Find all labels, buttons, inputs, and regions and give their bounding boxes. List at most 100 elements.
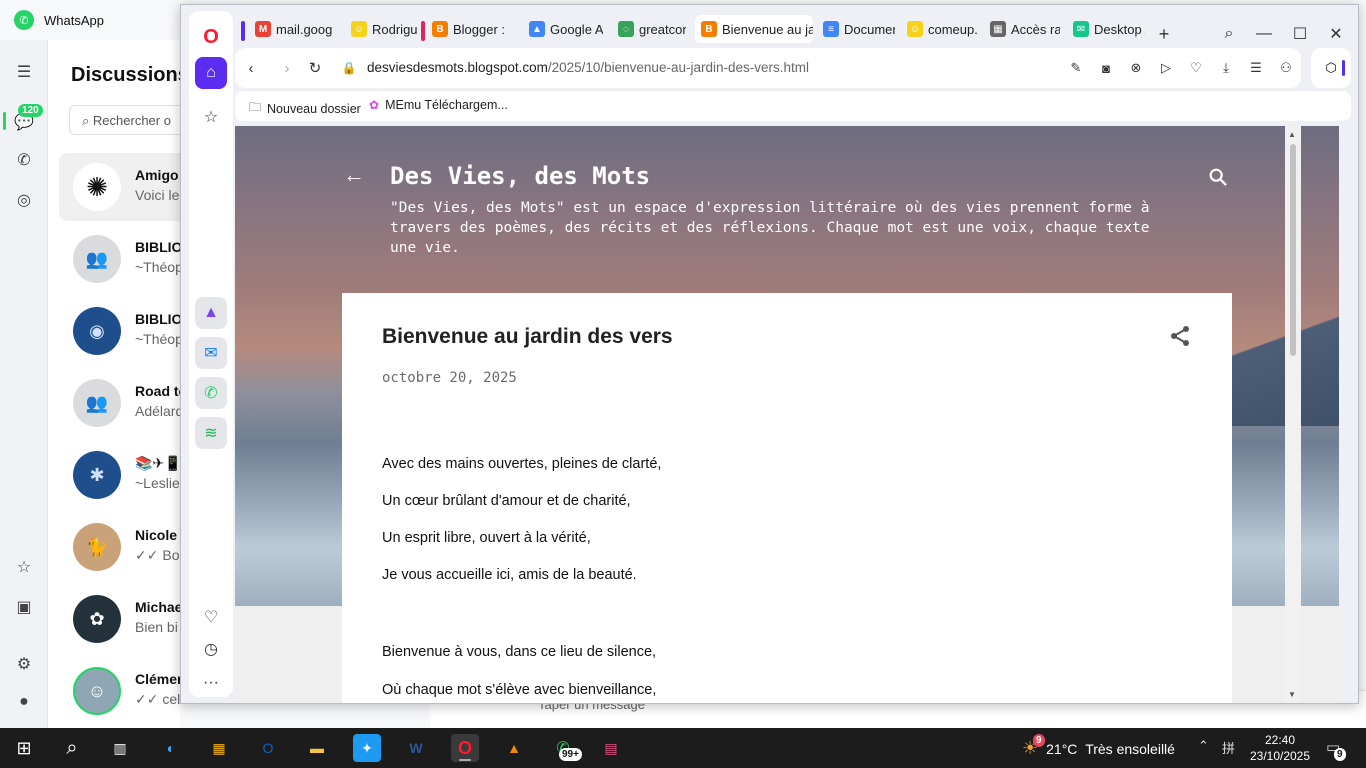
forward-button[interactable]: ›: [277, 58, 297, 78]
starred-icon[interactable]: ☆: [12, 555, 36, 579]
maximize-button[interactable]: ☐: [1285, 21, 1315, 47]
tab-search-icon[interactable]: ⌕: [1214, 21, 1244, 47]
chat-list-item[interactable]: ✿ Michae Bien bi: [59, 585, 180, 653]
send-flow-icon[interactable]: ▷: [1157, 59, 1175, 77]
bookmark-label: MEmu Téléchargem...: [385, 98, 508, 112]
greatcontent-icon: ◌: [618, 21, 634, 37]
archive-icon[interactable]: ▣: [12, 595, 36, 619]
edge-icon[interactable]: ◐: [157, 734, 185, 762]
taskbar-search-icon[interactable]: ⌕: [58, 734, 86, 762]
page-viewport: ← Des Vies, des Mots "Des Vies, des Mots…: [235, 126, 1339, 703]
task-view-icon[interactable]: ▥: [106, 734, 134, 762]
easy-setup-icon[interactable]: ☰: [1247, 59, 1265, 77]
chat-preview: ~Leslie: [135, 475, 180, 491]
more-options-icon[interactable]: ···: [195, 667, 227, 699]
weather-widget[interactable]: ☀ 9 21°C Très ensoleillé: [1022, 734, 1175, 759]
scroll-down-arrow-icon[interactable]: ▼: [1288, 690, 1296, 699]
extensions-button[interactable]: ⬡: [1311, 48, 1351, 88]
tab-label: Bienvenue au jardi: [722, 21, 813, 37]
chat-preview: ✓✓ Bon: [135, 547, 180, 563]
menu-icon[interactable]: ☰: [12, 60, 36, 84]
opera-menu-icon[interactable]: O: [195, 21, 227, 53]
clock-date: 23/10/2025: [1249, 749, 1311, 763]
browser-tab[interactable]: Mmail.goog: [249, 15, 335, 43]
chat-list-item[interactable]: 👥 Road to Adélard: [59, 369, 180, 437]
browser-tab[interactable]: ◌ greatcont: [612, 15, 686, 43]
books-app-icon[interactable]: ▤: [597, 734, 625, 762]
chat-list-item[interactable]: 👥 BIBLIOT ~Théop: [59, 225, 180, 293]
bookmark-memu[interactable]: ✿ MEmu Téléchargem...: [369, 98, 508, 112]
spotify-icon[interactable]: ≋: [195, 417, 227, 449]
edit-page-icon[interactable]: ✎: [1067, 59, 1085, 77]
browser-tab[interactable]: B Bienvenue au jardi: [695, 15, 813, 43]
back-arrow-icon[interactable]: ←: [343, 162, 365, 188]
chat-preview: ~Théop: [135, 259, 180, 275]
settings-gear-icon[interactable]: ⚙: [12, 652, 36, 676]
active-app-underline: [459, 759, 471, 761]
blog-title[interactable]: Des Vies, des Mots: [390, 162, 650, 190]
chat-list-item[interactable]: ✺ Amigo Voici le: [59, 153, 180, 221]
minimize-button[interactable]: —: [1249, 21, 1279, 47]
reload-button[interactable]: ↻: [305, 58, 325, 78]
opera-taskbar-icon[interactable]: O: [451, 734, 479, 762]
post-date[interactable]: octobre 20, 2025: [382, 370, 517, 386]
profile-avatar-icon[interactable]: ●: [12, 690, 36, 714]
share-icon[interactable]: [1168, 324, 1192, 348]
url-field[interactable]: desviesdesmots.blogspot.com/2025/10/bien…: [367, 60, 809, 75]
file-explorer-icon[interactable]: ▬: [303, 734, 331, 762]
downloads-icon[interactable]: ⤓: [1217, 59, 1235, 77]
night-landscape-image: ✿: [73, 595, 121, 643]
group-icon: 👥: [73, 379, 121, 427]
snapshot-camera-icon[interactable]: ◙: [1097, 59, 1115, 77]
twitter-icon[interactable]: ✦: [353, 734, 381, 762]
new-tab-button[interactable]: +: [1149, 21, 1179, 47]
input-language-icon[interactable]: 拼: [1222, 738, 1235, 757]
system-clock[interactable]: 22:40 23/10/2025: [1246, 732, 1314, 764]
outlook-icon[interactable]: O: [254, 734, 282, 762]
browser-tab[interactable]: ▲ Google Ac: [523, 15, 603, 43]
secure-lock-icon[interactable]: 🔒: [339, 58, 359, 78]
back-button[interactable]: ‹: [241, 58, 261, 78]
browser-tab[interactable]: ☺ comeup.c: [901, 15, 977, 43]
browser-tab[interactable]: ☺ Rodriguez: [345, 15, 417, 43]
account-icon[interactable]: ⚇: [1277, 59, 1295, 77]
windows-taskbar: ⊞ ⌕ ▥ ◐ ▦ O ▬ ✦ W O ▲ ✆ 99+ ▤ ☀ 9 21°C T…: [0, 728, 1366, 768]
history-clock-icon[interactable]: ◷: [195, 633, 227, 665]
chat-list-item[interactable]: ◉ BIBLIOT ~Théop: [59, 297, 180, 365]
vlc-icon[interactable]: ▲: [500, 734, 528, 762]
tray-chevron-up-icon[interactable]: ⌃: [1198, 738, 1209, 754]
browser-tab[interactable]: B Blogger :: [426, 15, 514, 43]
blog-description: "Des Vies, des Mots" est un espace d'exp…: [390, 200, 1150, 256]
whatsapp-sidebar-icon[interactable]: ✆: [195, 377, 227, 409]
messenger-icon[interactable]: ✉: [195, 337, 227, 369]
browser-tab[interactable]: ✉ Desktop A: [1067, 15, 1145, 43]
aria-ai-icon[interactable]: ▲: [195, 297, 227, 329]
blog-search-icon[interactable]: [1207, 166, 1229, 188]
windows-start-icon[interactable]: ⊞: [10, 734, 38, 762]
status-icon[interactable]: ◎: [12, 188, 36, 212]
scroll-up-arrow-icon[interactable]: ▲: [1288, 130, 1296, 139]
bookmarks-star-icon[interactable]: ☆: [195, 101, 227, 133]
chat-search-input[interactable]: ⌕ Rechercher o: [69, 105, 180, 135]
store-icon[interactable]: ▦: [205, 734, 233, 762]
adblock-icon[interactable]: ⊗: [1127, 59, 1145, 77]
whatsapp-logo-icon: ✆: [14, 10, 34, 30]
tab-group-indicator: [421, 21, 425, 41]
extensions-cube-icon: ⬡: [1325, 60, 1337, 75]
browser-tab[interactable]: ▦ Accès rapi: [984, 15, 1060, 43]
calls-icon[interactable]: ✆: [12, 148, 36, 172]
home-icon[interactable]: ⌂: [195, 57, 227, 89]
whatsapp-nav-rail: ☰ 💬 120 ✆ ◎ ☆ ▣ ⚙ ●: [0, 40, 48, 728]
tab-strip: Mmail.goog ☺ Rodriguez B Blogger : ▲ Google A…: [239, 13, 1358, 44]
chat-list-item[interactable]: ✱ 📚✈📱~ ~Leslie: [59, 441, 180, 509]
favorite-heart-icon[interactable]: ♡: [1187, 59, 1205, 77]
bookmark-new-folder[interactable]: 🗀 Nouveau dossier: [249, 98, 361, 119]
word-icon[interactable]: W: [402, 734, 430, 762]
browser-tab[interactable]: ≡ Document: [817, 15, 895, 43]
page-scrollbar[interactable]: ▲ ▼: [1285, 126, 1301, 703]
heart-icon[interactable]: ♡: [195, 601, 227, 633]
close-window-button[interactable]: ✕: [1321, 21, 1351, 47]
chat-list-item[interactable]: ☺ Clémen ✓✓ celle: [59, 657, 180, 725]
chat-list-item[interactable]: 🐈 Nicole ✓✓ Bon: [59, 513, 180, 581]
scroll-thumb[interactable]: [1290, 144, 1296, 356]
